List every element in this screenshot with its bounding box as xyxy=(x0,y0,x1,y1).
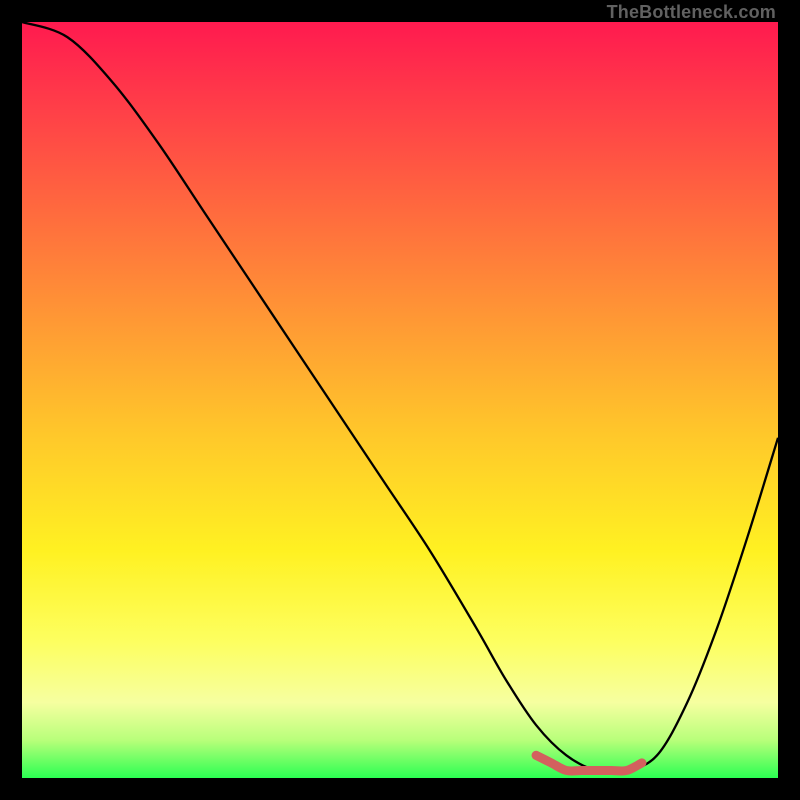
optimal-range-marker xyxy=(536,755,642,771)
chart-frame xyxy=(22,22,778,778)
bottleneck-curve-path xyxy=(22,22,778,772)
chart-svg xyxy=(22,22,778,778)
watermark-text: TheBottleneck.com xyxy=(607,2,776,23)
